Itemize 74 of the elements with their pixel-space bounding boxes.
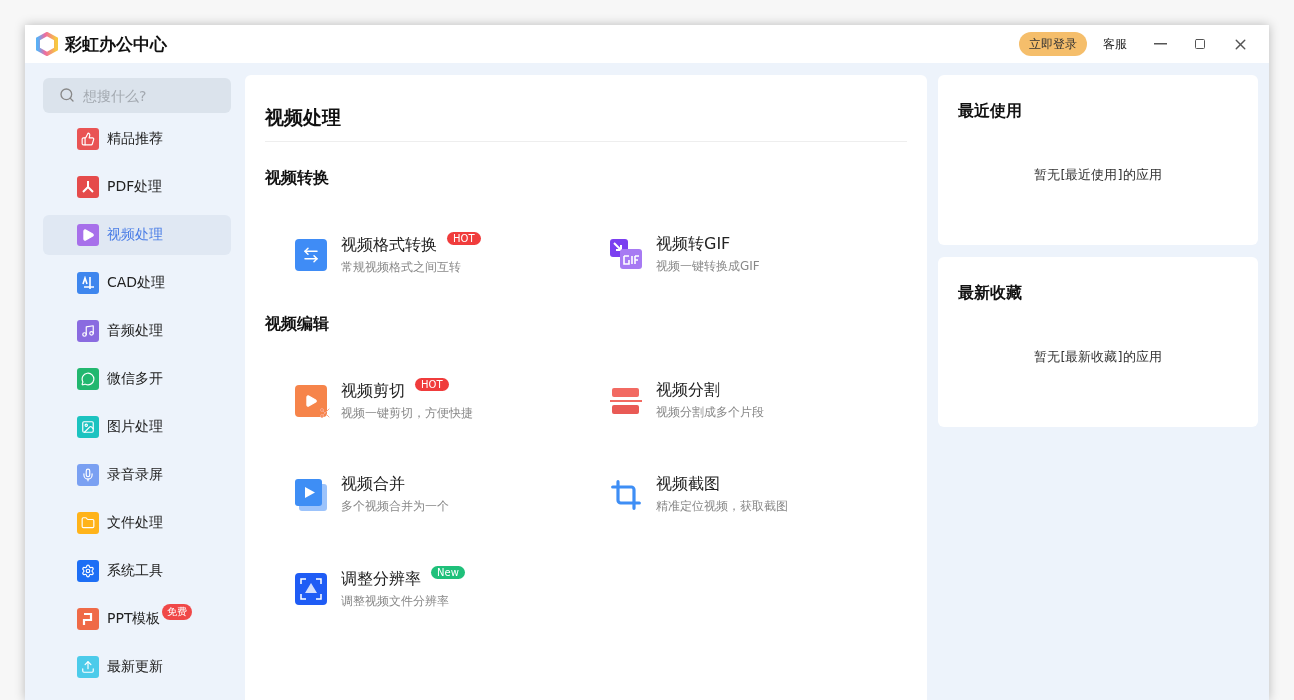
card-title: 最近使用: [958, 101, 1023, 122]
tool-badge: HOT: [415, 378, 449, 391]
sidebar-label: 音频处理: [107, 322, 163, 340]
rainbow-ring-logo: [35, 32, 59, 56]
sidebar-item[interactable]: 图片处理: [43, 407, 231, 447]
sidebar-label: 微信多开: [107, 370, 163, 388]
empty-message: 暂无[最近使用]的应用: [1033, 166, 1163, 184]
search-icon: [59, 87, 75, 103]
card-title: 最新收藏: [958, 283, 1023, 304]
tool-name[interactable]: 调整分辨率: [341, 569, 421, 588]
section-title: 视频转换: [265, 168, 330, 189]
sidebar-item[interactable]: 音频处理: [43, 311, 231, 351]
tool-description: 多个视频合并为一个: [341, 498, 449, 515]
category-icon: [77, 272, 99, 294]
empty-message: 暂无[最新收藏]的应用: [1033, 348, 1163, 366]
sidebar-label: 视频处理: [107, 226, 163, 244]
sidebar-label: 系统工具: [107, 562, 163, 580]
tool-name[interactable]: 视频剪切: [341, 381, 405, 400]
tool-name[interactable]: 视频格式转换: [341, 235, 437, 254]
app-title: 彩虹办公中心: [65, 32, 168, 56]
sidebar-item[interactable]: 精品推荐: [43, 119, 231, 159]
sidebar-label: PPT模板: [107, 610, 161, 628]
category-icon: [77, 224, 99, 246]
category-icon: [77, 560, 99, 582]
tool-description: 视频分割成多个片段: [656, 404, 764, 421]
tool-description: 调整视频文件分辨率: [341, 593, 450, 610]
maximize-icon: [1194, 38, 1206, 50]
sidebar-label: CAD处理: [107, 274, 166, 292]
tool-description: 视频一键转换成GIF: [656, 258, 760, 275]
gif-icon: [610, 238, 642, 271]
free-badge: 免费: [162, 604, 193, 620]
search-field[interactable]: 想搜什么?: [43, 78, 231, 113]
sidebar-label: 录音录屏: [107, 466, 163, 484]
sidebar-item[interactable]: CAD处理: [43, 263, 231, 303]
sidebar-item[interactable]: 最新更新: [43, 647, 231, 687]
section-title: 视频编辑: [265, 314, 330, 335]
stacked-play-icon: [295, 478, 327, 511]
tool-description: 视频一键剪切，方便快捷: [341, 405, 473, 422]
category-icon: [77, 176, 99, 198]
sidebar-item[interactable]: PPT模板 免费: [43, 599, 231, 639]
tool-name[interactable]: 视频分割: [656, 380, 720, 399]
tool-name[interactable]: 视频转GIF: [656, 234, 731, 253]
tool-description: 精准定位视频，获取截图: [656, 498, 788, 515]
crop-image-icon: [610, 478, 642, 511]
sidebar-item[interactable]: 文件处理: [43, 503, 231, 543]
tool-badge: New: [431, 566, 465, 579]
sidebar-label: 最新更新: [107, 658, 163, 676]
category-icon: [77, 368, 99, 390]
category-icon: [77, 320, 99, 342]
resolution-icon: [295, 572, 327, 605]
page-title: 视频处理: [265, 105, 907, 142]
category-icon: [77, 608, 99, 630]
sidebar-label: 文件处理: [107, 514, 163, 532]
sidebar-label: PDF处理: [107, 178, 163, 196]
tool-name[interactable]: 视频截图: [656, 474, 720, 493]
tool-description: 常规视频格式之间互转: [341, 259, 462, 276]
sidebar-label: 精品推荐: [107, 130, 163, 148]
tool-name[interactable]: 视频合并: [341, 474, 405, 493]
category-icon: [77, 128, 99, 150]
service-link[interactable]: 客服: [1103, 35, 1127, 53]
sidebar-item[interactable]: 系统工具: [43, 551, 231, 591]
minimize-icon: [1153, 43, 1167, 45]
swap-arrows-icon: [295, 238, 327, 271]
login-button[interactable]: 立即登录: [1019, 32, 1087, 56]
category-icon: [77, 464, 99, 486]
sidebar-item[interactable]: 录音录屏: [43, 455, 231, 495]
category-icon: [77, 656, 99, 678]
category-icon: [77, 512, 99, 534]
tool-badge: HOT: [447, 232, 481, 245]
sidebar-item[interactable]: PDF处理: [43, 167, 231, 207]
sidebar-label: 图片处理: [107, 418, 163, 436]
category-icon: [77, 416, 99, 438]
sidebar-item[interactable]: 微信多开: [43, 359, 231, 399]
film-scissors-icon: [295, 384, 327, 417]
